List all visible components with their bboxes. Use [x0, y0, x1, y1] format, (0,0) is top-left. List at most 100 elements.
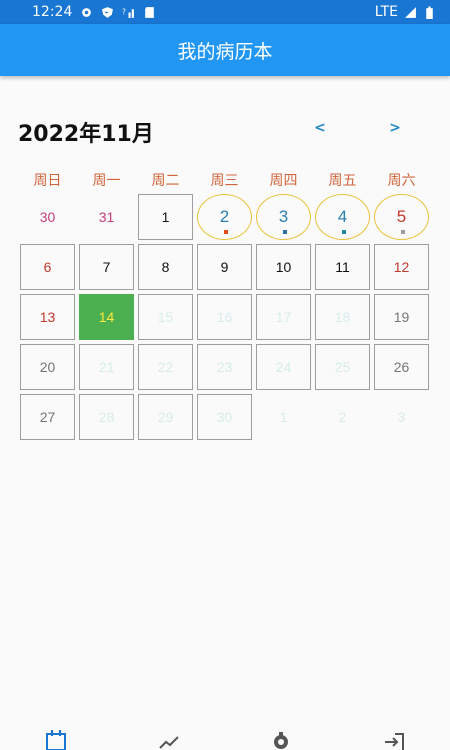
gear-icon: [274, 732, 289, 749]
day-number: 20: [39, 359, 56, 375]
day-number: 15: [157, 309, 174, 325]
day-cell[interactable]: 23: [197, 344, 252, 390]
day-number: 21: [98, 359, 115, 375]
day-cell[interactable]: 7: [79, 244, 134, 290]
day-cell[interactable]: 18: [315, 294, 370, 340]
day-number: 14: [98, 309, 115, 325]
day-number: 16: [216, 309, 233, 325]
day-number: 10: [275, 259, 292, 275]
weekday-thursday: 周四: [269, 173, 298, 189]
day-cell[interactable]: 1: [256, 394, 311, 440]
day-number: 9: [220, 259, 229, 275]
day-cell[interactable]: 28: [79, 394, 134, 440]
day-number: 29: [157, 409, 174, 425]
day-cell[interactable]: 5: [374, 194, 429, 240]
day-number: 13: [39, 309, 56, 325]
prev-month-button[interactable]: <: [310, 120, 330, 136]
no-signal-status-icon: ?: [122, 7, 135, 18]
battery-icon: [426, 6, 433, 19]
day-number: 2: [219, 207, 230, 226]
day-cell[interactable]: 24: [256, 344, 311, 390]
day-number: 18: [334, 309, 351, 325]
record-marker-dot: [401, 230, 405, 234]
day-number: 30: [39, 209, 56, 225]
day-cell[interactable]: 11: [315, 244, 370, 290]
day-number: 1: [279, 409, 288, 425]
day-number: 27: [39, 409, 56, 425]
day-cell[interactable]: 8: [138, 244, 193, 290]
day-cell[interactable]: 19: [374, 294, 429, 340]
day-number: 5: [396, 207, 407, 226]
nav-settings[interactable]: [266, 730, 296, 750]
weekday-sunday: 周日: [33, 173, 62, 189]
trend-chart-icon: [159, 736, 179, 749]
day-cell[interactable]: 2: [197, 194, 252, 240]
svg-text:?: ?: [122, 7, 126, 16]
day-cell[interactable]: 12: [374, 244, 429, 290]
app-bar: 我的病历本: [0, 24, 450, 76]
day-cell[interactable]: 20: [20, 344, 75, 390]
day-cell[interactable]: 9: [197, 244, 252, 290]
day-number: 3: [397, 409, 406, 425]
weekday-wednesday: 周三: [210, 173, 239, 189]
month-header: 2022年11月 < >: [18, 116, 438, 147]
day-number: 31: [98, 209, 115, 225]
nav-trends[interactable]: [154, 730, 184, 750]
day-cell[interactable]: 22: [138, 344, 193, 390]
day-cell[interactable]: 6: [20, 244, 75, 290]
calendar-icon: [46, 730, 67, 750]
day-cell[interactable]: 14: [79, 294, 134, 340]
record-marker-dot: [283, 230, 287, 234]
day-number: 17: [275, 309, 292, 325]
day-number: 12: [393, 259, 410, 275]
day-cell[interactable]: 16: [197, 294, 252, 340]
record-marker-dot: [342, 230, 346, 234]
day-cell[interactable]: 2: [315, 394, 370, 440]
day-number: 25: [334, 359, 351, 375]
weekday-saturday: 周六: [387, 173, 416, 189]
day-number: 28: [98, 409, 115, 425]
gear-status-icon: [82, 7, 92, 17]
weekday-tuesday: 周二: [151, 173, 180, 189]
day-number: 24: [275, 359, 292, 375]
day-cell[interactable]: 26: [374, 344, 429, 390]
day-cell[interactable]: 30: [20, 194, 75, 240]
calendar-grid: 30 31 1 2 3 4 5 6 7 8 9 10 11 12 13 14 15 16 17 18 19 20 21 22 2…: [20, 194, 440, 444]
status-bar: 12:24 ? LTE: [0, 0, 450, 24]
logout-icon: [384, 733, 404, 750]
day-cell[interactable]: 27: [20, 394, 75, 440]
day-cell[interactable]: 3: [374, 394, 429, 440]
nav-logout[interactable]: [379, 730, 409, 750]
day-number: 7: [102, 259, 111, 275]
day-cell[interactable]: 3: [256, 194, 311, 240]
app-title: 我的病历本: [177, 40, 273, 63]
day-number: 8: [161, 259, 170, 275]
day-number: 26: [393, 359, 410, 375]
day-cell[interactable]: 10: [256, 244, 311, 290]
nav-calendar[interactable]: [41, 730, 71, 750]
bottom-nav: [0, 730, 450, 750]
weekday-monday: 周一: [92, 173, 121, 189]
day-cell[interactable]: 17: [256, 294, 311, 340]
day-number: 19: [393, 309, 410, 325]
day-cell[interactable]: 25: [315, 344, 370, 390]
next-month-button[interactable]: >: [385, 120, 405, 136]
sd-card-status-icon: [145, 6, 155, 18]
day-cell[interactable]: 30: [197, 394, 252, 440]
day-cell[interactable]: 4: [315, 194, 370, 240]
status-time: 12:24: [32, 4, 73, 20]
day-cell[interactable]: 29: [138, 394, 193, 440]
day-cell[interactable]: 15: [138, 294, 193, 340]
weekday-friday: 周五: [328, 173, 357, 189]
day-cell[interactable]: 21: [79, 344, 134, 390]
network-label: LTE: [374, 4, 398, 20]
day-number: 6: [43, 259, 52, 275]
day-cell[interactable]: 13: [20, 294, 75, 340]
day-number: 30: [216, 409, 233, 425]
day-number: 4: [337, 207, 348, 226]
weekday-row: 周日 周一 周二 周三 周四 周五 周六: [20, 170, 430, 190]
day-cell[interactable]: 31: [79, 194, 134, 240]
signal-icon: [405, 6, 416, 18]
month-title: 2022年11月: [18, 122, 154, 147]
day-cell[interactable]: 1: [138, 194, 193, 240]
